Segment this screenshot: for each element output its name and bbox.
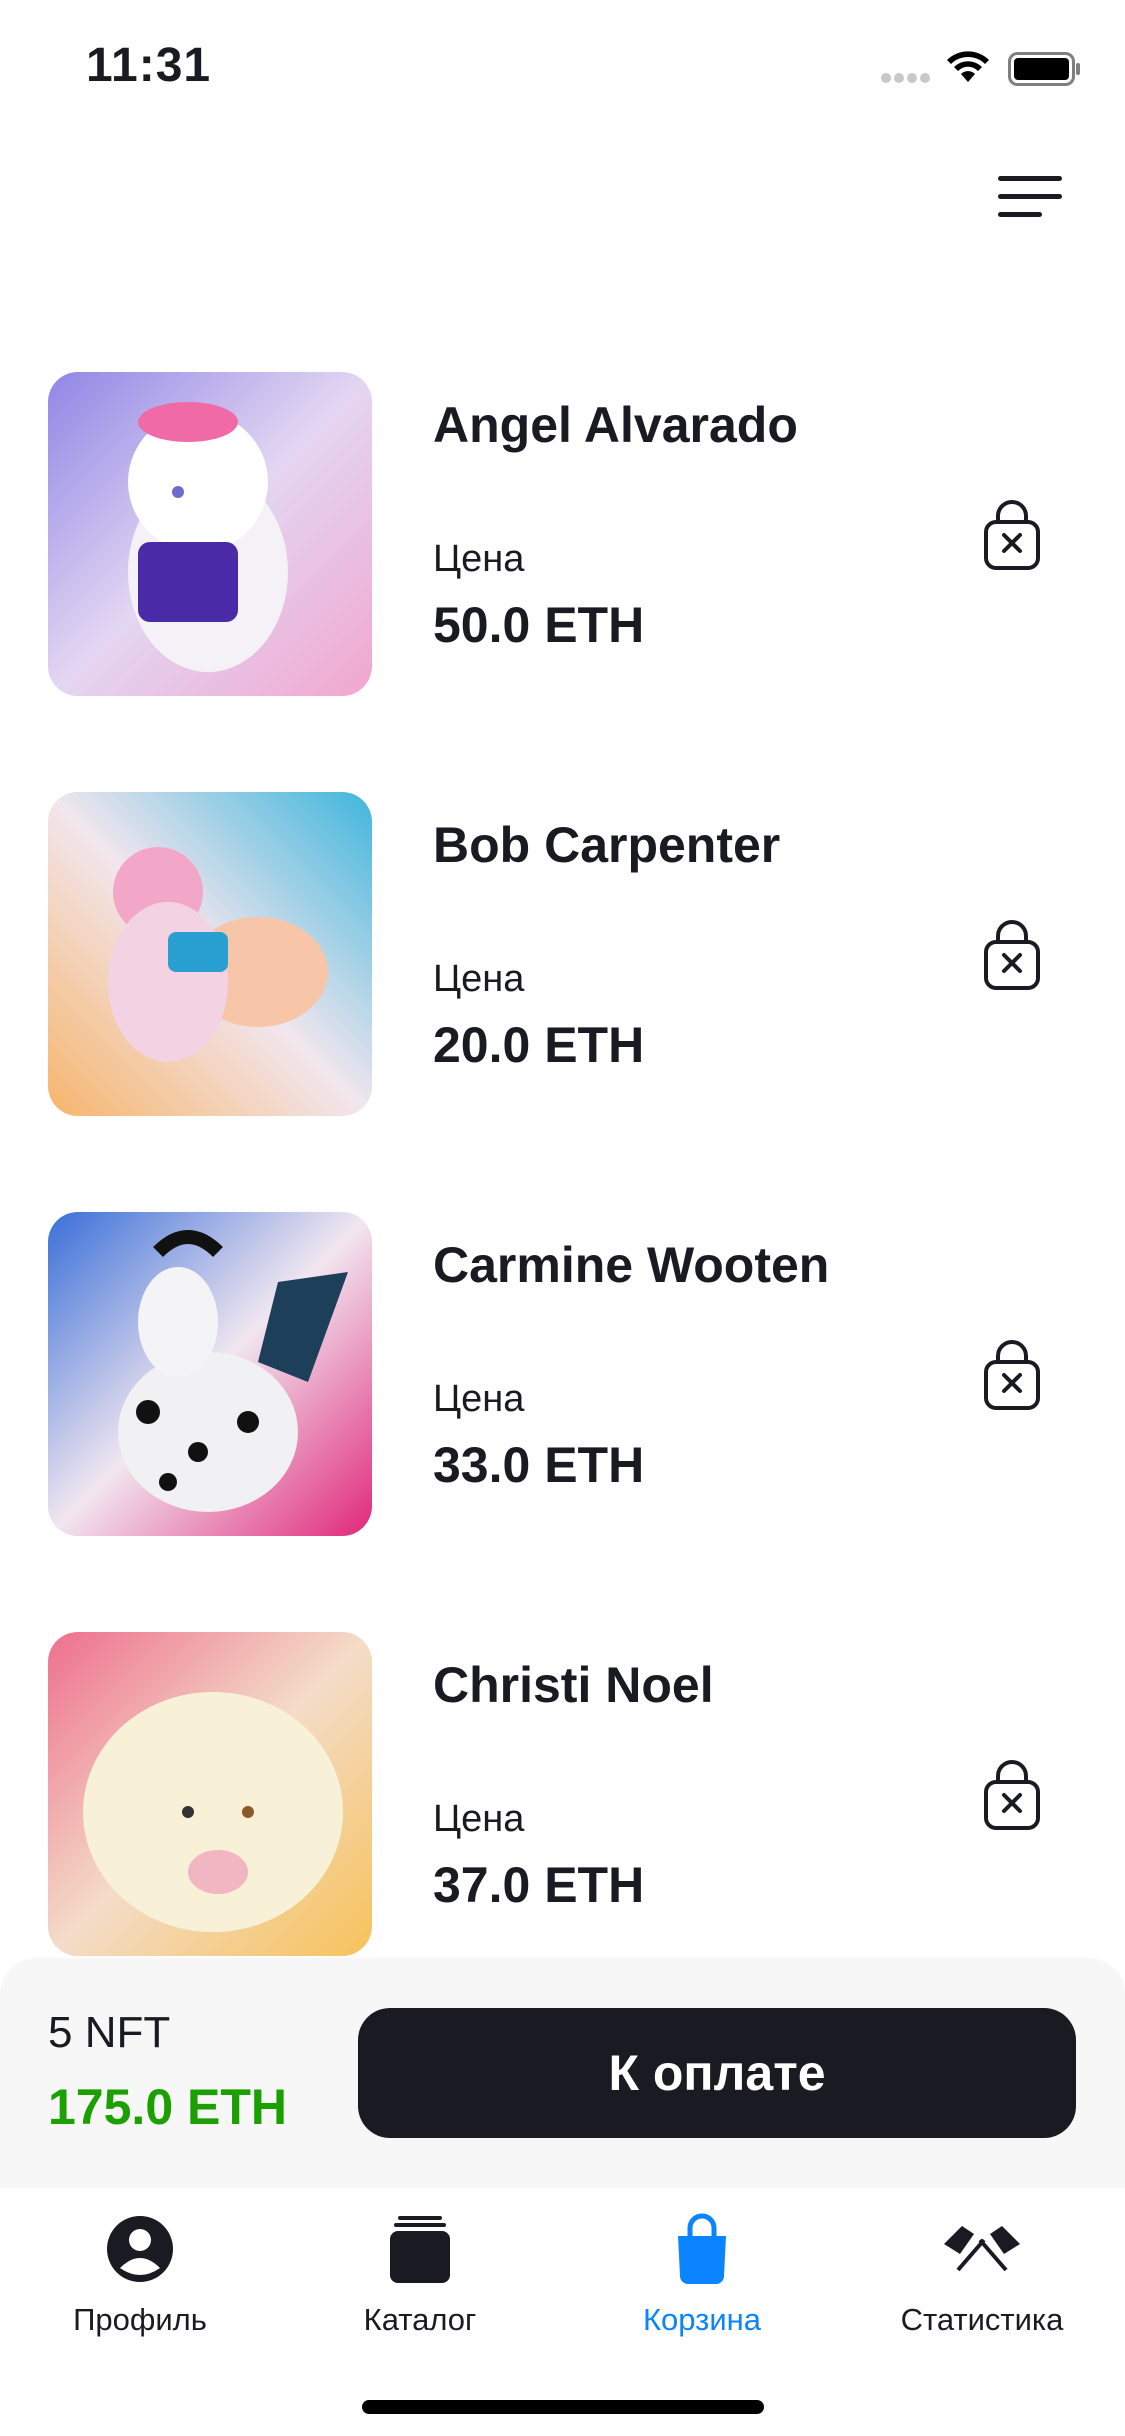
nft-image (48, 1212, 372, 1536)
status-bar: 11:31 (0, 0, 1125, 140)
tab-label: Корзина (642, 2302, 762, 2337)
profile-icon (107, 2216, 173, 2282)
remove-from-cart-icon[interactable] (980, 1340, 1044, 1412)
nft-count: 5 NFT (48, 2008, 171, 2057)
tab-label: Профиль (73, 2302, 207, 2337)
checkout-button[interactable]: К оплате (358, 2008, 1076, 2138)
cart-item: Bob Carpenter Цена 20.0 ETH (0, 780, 1125, 1116)
nft-price: 50.0 ETH (433, 597, 645, 653)
total-price: 175.0 ETH (48, 2079, 288, 2135)
tab-bar: Профиль Каталог Корзина Статистика (0, 2188, 1125, 2436)
sort-menu-button[interactable] (990, 170, 1070, 230)
cart-icon (678, 2213, 726, 2284)
menu-line-icon (998, 176, 1062, 181)
nft-image (48, 372, 372, 696)
cart-item: Christi Noel Цена 37.0 ETH (0, 1620, 1125, 1956)
nft-name: Christi Noel (433, 1657, 714, 1713)
remove-from-cart-icon[interactable] (980, 500, 1044, 572)
price-label: Цена (433, 1378, 525, 1420)
tab-catalog[interactable]: Каталог (280, 2210, 560, 2350)
menu-line-icon (998, 212, 1042, 217)
cart-item: Carmine Wooten Цена 33.0 ETH (0, 1200, 1125, 1536)
nft-name: Bob Carpenter (433, 817, 781, 873)
tab-statistics[interactable]: Статистика (842, 2210, 1122, 2350)
nft-image (48, 1632, 372, 1956)
price-label: Цена (433, 1798, 525, 1840)
statistics-icon (944, 2226, 1020, 2272)
catalog-icon (390, 2216, 450, 2283)
tab-label: Каталог (363, 2302, 477, 2337)
tab-profile[interactable]: Профиль (0, 2210, 280, 2350)
nft-name: Angel Alvarado (433, 397, 798, 453)
nft-price: 33.0 ETH (433, 1437, 645, 1493)
price-label: Цена (433, 958, 525, 1000)
price-label: Цена (433, 538, 525, 580)
nft-image (48, 792, 372, 1116)
remove-from-cart-icon[interactable] (980, 1760, 1044, 1832)
nft-price: 37.0 ETH (433, 1857, 645, 1913)
cellular-signal-icon (881, 73, 930, 83)
remove-from-cart-icon[interactable] (980, 920, 1044, 992)
status-time: 11:31 (86, 39, 212, 92)
nft-name: Carmine Wooten (433, 1237, 830, 1293)
cart-item: Angel Alvarado Цена 50.0 ETH (0, 360, 1125, 696)
wifi-icon (947, 51, 989, 82)
cart-summary: 5 NFT 175.0 ETH К оплате (0, 1958, 1125, 2188)
menu-line-icon (998, 194, 1062, 199)
home-indicator[interactable] (362, 2400, 764, 2414)
tab-cart[interactable]: Корзина (562, 2210, 842, 2350)
nft-price: 20.0 ETH (433, 1017, 645, 1073)
battery-icon (1008, 52, 1080, 86)
tab-label: Статистика (900, 2302, 1064, 2337)
